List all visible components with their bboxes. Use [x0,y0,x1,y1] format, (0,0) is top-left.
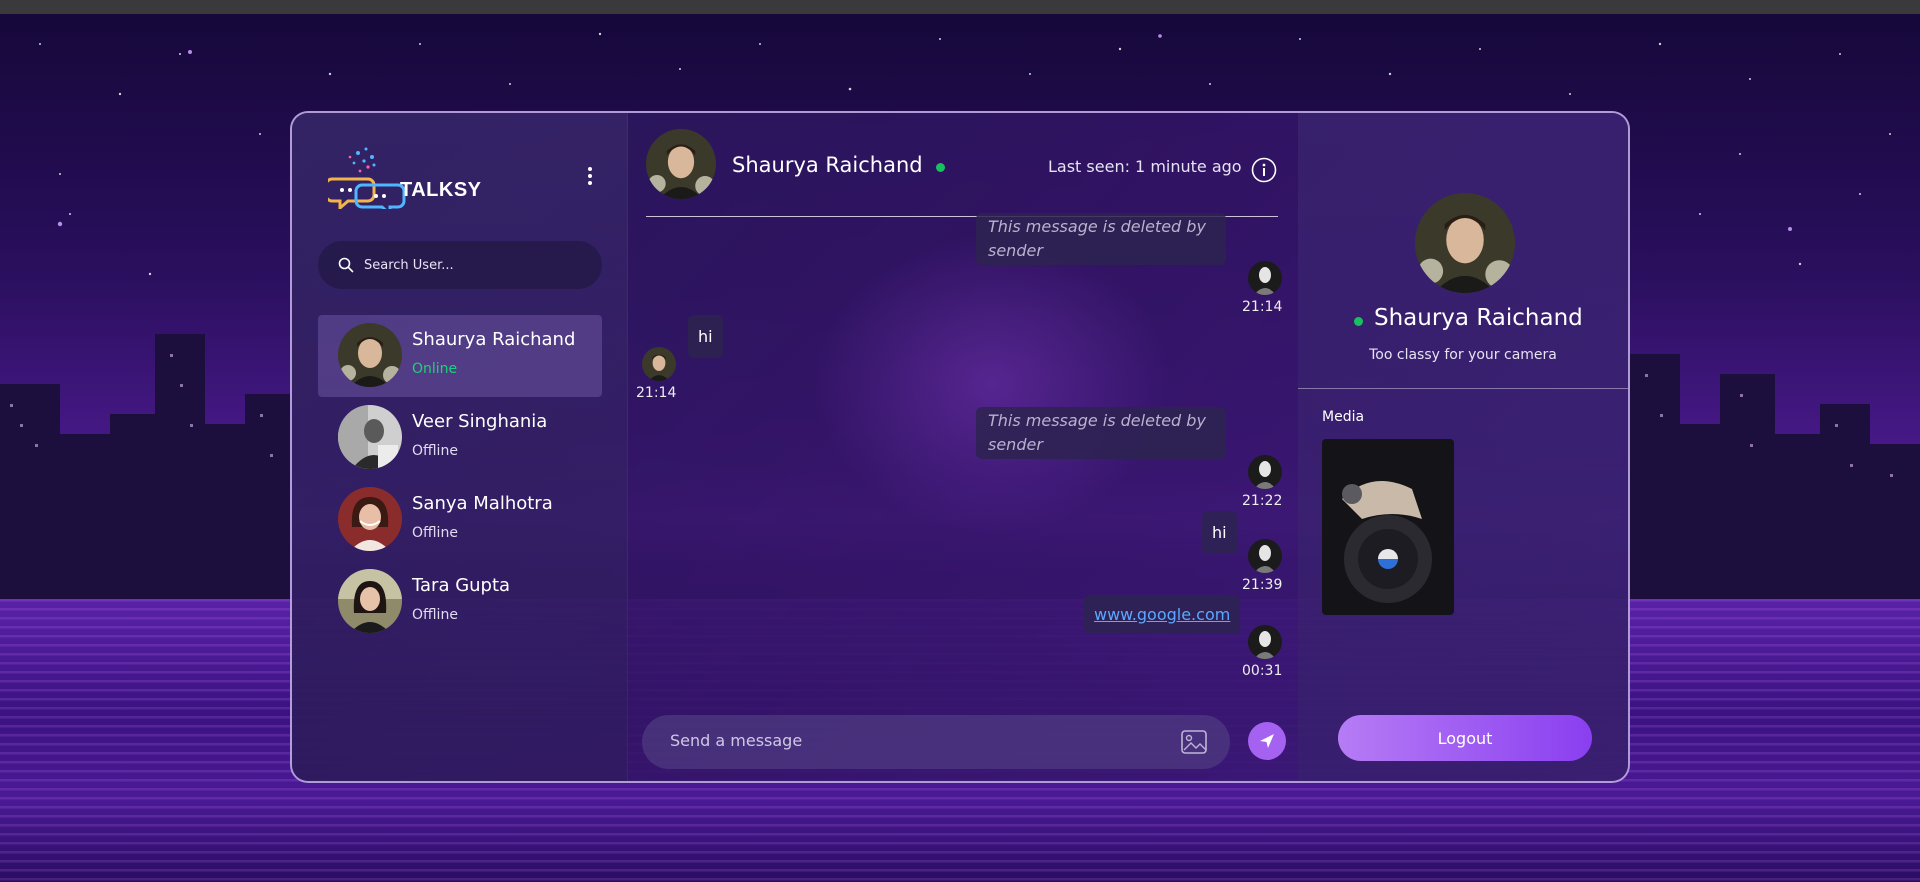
profile-panel: Shaurya Raichand Too classy for your cam… [1298,113,1628,781]
last-seen-text: Last seen: 1 minute ago [1048,157,1242,176]
search-icon [338,257,354,273]
avatar [338,405,402,469]
message-link[interactable]: www.google.com [1094,605,1230,624]
message-bubble: hi [688,315,723,358]
media-label: Media [1322,409,1365,425]
profile-name: Shaurya Raichand [1374,305,1583,331]
brand-name: TALKSY [400,179,482,201]
contact-status: Online [412,361,458,377]
message-bubble-deleted: This message is deleted by sender [976,213,1226,265]
message-time: 21:39 [1242,577,1283,593]
contact-list: Shaurya Raichand Online Veer Singhania O… [318,315,602,643]
contact-status: Offline [412,443,458,459]
media-thumbnail[interactable] [1322,439,1454,615]
message-time: 21:14 [636,385,677,401]
logout-button[interactable]: Logout [1338,715,1592,761]
online-indicator [936,163,945,172]
contact-name: Shaurya Raichand [412,329,576,350]
message-time: 21:22 [1242,493,1283,509]
contact-item-tara-gupta[interactable]: Tara Gupta Offline [318,561,602,643]
message-avatar [1248,455,1282,489]
contact-status: Offline [412,525,458,541]
more-options-icon[interactable] [584,165,596,189]
sidebar: TALKSY Shaurya Raichand Online Veer [292,113,628,781]
message-time: 00:31 [1242,663,1283,679]
contact-status: Offline [412,607,458,623]
message-avatar [1248,539,1282,573]
contact-name: Sanya Malhotra [412,493,553,514]
window-top-bar [0,0,1920,14]
contact-item-veer-singhania[interactable]: Veer Singhania Offline [318,397,602,479]
message-bubble-deleted: This message is deleted by sender [976,407,1226,459]
avatar[interactable] [646,129,716,199]
contact-item-sanya-malhotra[interactable]: Sanya Malhotra Offline [318,479,602,561]
chat-contact-name: Shaurya Raichand [732,153,923,177]
search-input[interactable] [364,257,584,273]
message-bubble-link: www.google.com [1084,595,1241,634]
avatar [338,569,402,633]
online-indicator [1354,317,1363,326]
avatar [338,323,402,387]
profile-bio: Too classy for your camera [1369,347,1557,363]
info-icon[interactable] [1251,157,1277,183]
message-composer [642,715,1230,769]
send-icon [1260,734,1274,748]
message-time: 21:14 [1242,299,1283,315]
contact-name: Veer Singhania [412,411,548,432]
chat-header: Shaurya Raichand Last seen: 1 minute ago [646,123,1278,217]
message-input[interactable] [670,731,1170,750]
message-bubble: hi [1202,511,1237,554]
contact-name: Tara Gupta [412,575,511,596]
message-avatar [1248,261,1282,295]
send-button[interactable] [1248,722,1286,760]
chat-app-window: TALKSY Shaurya Raichand Online Veer [290,111,1630,783]
divider [1298,388,1628,389]
contact-item-shaurya-raichand[interactable]: Shaurya Raichand Online [318,315,602,397]
image-attach-icon[interactable] [1180,729,1208,755]
profile-avatar [1415,193,1515,293]
message-avatar [1248,625,1282,659]
search-box [318,241,602,289]
avatar [338,487,402,551]
message-avatar [642,347,676,381]
chat-panel: Shaurya Raichand Last seen: 1 minute ago… [628,113,1298,781]
